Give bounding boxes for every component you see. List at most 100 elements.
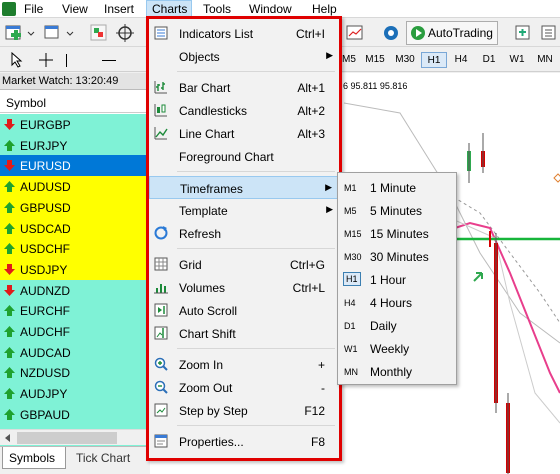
new-order-icon[interactable] (514, 23, 532, 43)
indicators-list-icon (154, 26, 168, 40)
menu-item-label: Indicators List (179, 27, 254, 41)
tf-button-mn[interactable]: MN (532, 52, 558, 68)
symbol-row[interactable]: EURUSD (0, 155, 148, 177)
history-icon[interactable] (540, 23, 558, 43)
symbol-row[interactable]: USDCHF (0, 238, 148, 260)
symbol-row[interactable]: GBPUSD (0, 196, 148, 218)
cursor-icon[interactable] (8, 52, 24, 68)
timeframe-item-h4[interactable]: H4 4 Hours (340, 291, 454, 314)
timeframe-label: Monthly (370, 365, 413, 379)
new-chart-icon[interactable] (4, 23, 36, 43)
autotrading-button[interactable]: AutoTrading (406, 21, 498, 45)
menu-item-label: Objects (179, 50, 220, 64)
symbol-row[interactable]: EURJPY (0, 134, 148, 156)
menu-item-refresh[interactable]: Refresh (149, 222, 339, 245)
timeframe-item-m15[interactable]: M15 15 Minutes (340, 222, 454, 245)
symbol-name: GBPUSD (20, 200, 71, 215)
tf-button-m30[interactable]: M30 (392, 52, 418, 68)
symbol-row[interactable]: EURCHF (0, 300, 148, 322)
symbol-row[interactable]: AUDCAD (0, 341, 148, 363)
crosshair-icon[interactable] (38, 52, 54, 68)
arrow-up-icon (4, 243, 15, 255)
timeframe-item-w1[interactable]: W1 Weekly (340, 337, 454, 360)
menu-item-shortcut: Alt+3 (297, 127, 325, 141)
profiles-icon[interactable] (90, 23, 108, 43)
symbol-row[interactable]: AUDCHF (0, 321, 148, 342)
menu-item-zoom-out[interactable]: Zoom Out - (149, 376, 339, 399)
metaeditor-icon[interactable] (382, 23, 400, 43)
arrow-up-icon (4, 305, 15, 317)
menu-file[interactable]: File (24, 2, 43, 16)
horizontal-scrollbar[interactable] (0, 429, 148, 445)
menu-tools[interactable]: Tools (203, 2, 231, 16)
menu-item-line-chart[interactable]: Line Chart Alt+3 (149, 122, 339, 145)
timeframe-item-m30[interactable]: M30 30 Minutes (340, 245, 454, 268)
menu-item-shortcut: Alt+1 (297, 81, 325, 95)
menu-item-auto-scroll[interactable]: Auto Scroll (149, 299, 339, 322)
timeframe-code-icon: MN (344, 367, 358, 377)
timeframe-label: Daily (370, 319, 397, 333)
menu-help[interactable]: Help (312, 2, 337, 16)
tf-button-w1[interactable]: W1 (504, 52, 530, 68)
symbol-column-header[interactable]: Symbol (0, 91, 148, 113)
symbol-row[interactable]: EURGBP (0, 114, 148, 135)
vertical-line-icon[interactable] (66, 54, 67, 67)
crosshair-target-icon[interactable] (116, 23, 134, 43)
arrow-up-icon (4, 408, 15, 420)
menu-item-timeframes[interactable]: Timeframes ▶ (149, 176, 339, 199)
zoom-in-icon (154, 357, 168, 371)
menu-item-volumes[interactable]: Volumes Ctrl+L (149, 276, 339, 299)
horizontal-line-icon[interactable] (102, 60, 116, 61)
menu-item-step-by-step[interactable]: Step by Step F12 (149, 399, 339, 422)
symbol-row[interactable]: AUDUSD (0, 176, 148, 198)
menu-item-foreground-chart[interactable]: Foreground Chart (149, 145, 339, 168)
timeframes-submenu: M1 1 Minute M5 5 Minutes M15 15 Minutes M30 30 … (337, 172, 457, 385)
tf-button-h4[interactable]: H4 (448, 52, 474, 68)
symbol-row[interactable]: AUDNZD (0, 279, 148, 301)
chart-window-icon[interactable] (346, 23, 364, 43)
menu-item-label: Foreground Chart (179, 150, 274, 164)
tf-button-m15[interactable]: M15 (362, 52, 388, 68)
app-icon[interactable] (2, 2, 16, 16)
symbol-row[interactable]: USDJPY (0, 258, 148, 280)
symbol-row[interactable]: USDCAD (0, 217, 148, 239)
window-icon[interactable] (44, 23, 60, 43)
menu-item-candlesticks[interactable]: Candlesticks Alt+2 (149, 99, 339, 122)
tab-symbols[interactable]: Symbols (2, 447, 66, 469)
menu-item-label: Candlesticks (179, 104, 248, 118)
menu-item-indicators-list[interactable]: Indicators List Ctrl+I (149, 22, 339, 45)
symbol-row[interactable]: GBPAUD (0, 403, 148, 425)
symbol-row[interactable]: NZDUSD (0, 362, 148, 384)
menu-item-label: Chart Shift (179, 327, 236, 341)
dropdown-icon[interactable] (66, 23, 76, 43)
menu-window[interactable]: Window (249, 2, 292, 16)
menu-item-zoom-in[interactable]: Zoom In + (149, 353, 339, 376)
timeframe-item-mn[interactable]: MN Monthly (340, 360, 454, 383)
arrow-up-icon (4, 181, 15, 193)
menu-view[interactable]: View (62, 2, 88, 16)
scroll-left-icon[interactable] (3, 433, 13, 443)
timeframe-item-d1[interactable]: D1 Daily (340, 314, 454, 337)
symbol-row[interactable]: AUDJPY (0, 383, 148, 405)
menu-item-template[interactable]: Template ▶ (149, 199, 339, 222)
tf-button-h1[interactable]: H1 (421, 52, 447, 68)
menu-item-properties[interactable]: Properties... F8 (149, 430, 339, 453)
symbol-name: AUDNZD (20, 283, 70, 298)
menu-item-label: Bar Chart (179, 81, 231, 95)
menu-item-chart-shift[interactable]: Chart Shift (149, 322, 339, 345)
timeframe-item-h1[interactable]: H1 1 Hour (340, 268, 454, 291)
menu-item-bar-chart[interactable]: Bar Chart Alt+1 (149, 76, 339, 99)
scrollbar-thumb[interactable] (17, 432, 117, 444)
tf-button-d1[interactable]: D1 (476, 52, 502, 68)
menu-item-objects[interactable]: Objects ▶ (149, 45, 339, 68)
timeframe-item-m1[interactable]: M1 1 Minute (340, 176, 454, 199)
menu-insert[interactable]: Insert (104, 2, 134, 16)
menu-item-grid[interactable]: Grid Ctrl+G (149, 253, 339, 276)
symbol-name: USDCAD (20, 221, 71, 236)
timeframe-item-m5[interactable]: M5 5 Minutes (340, 199, 454, 222)
timeframe-label: 4 Hours (370, 296, 413, 310)
chart-shift-icon (154, 326, 168, 340)
timeframe-code-icon: M5 (344, 206, 357, 216)
symbol-name: EURCHF (20, 304, 70, 319)
tab-tick-chart[interactable]: Tick Chart (70, 447, 140, 469)
